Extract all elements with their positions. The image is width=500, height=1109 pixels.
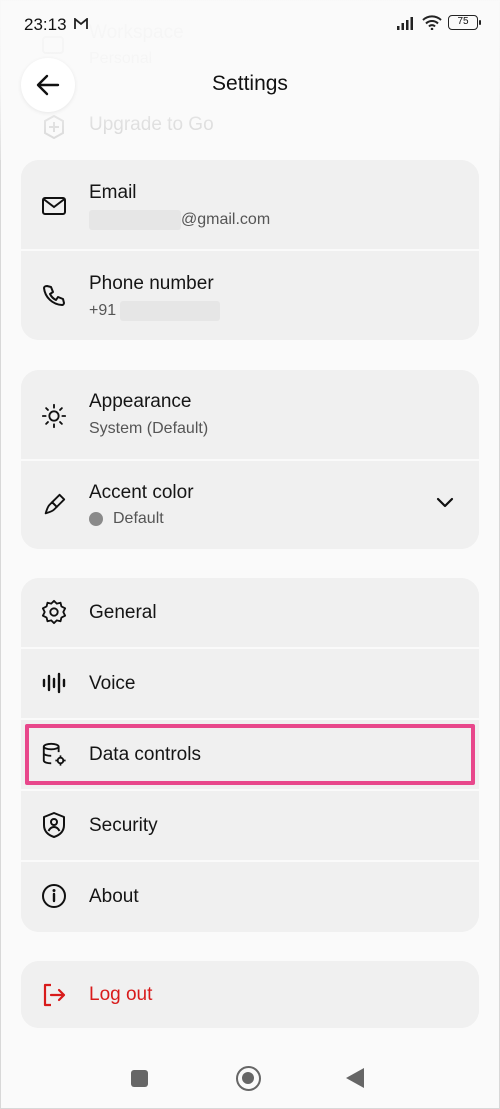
phone-label: Phone number xyxy=(89,273,214,294)
phone-icon xyxy=(41,283,67,309)
logout-icon xyxy=(41,982,67,1008)
redacted-block xyxy=(120,301,221,321)
display-card: Appearance System (Default) Accent color… xyxy=(21,370,479,549)
gear-icon xyxy=(41,599,67,625)
home-button[interactable] xyxy=(236,1066,261,1091)
appearance-value: System (Default) xyxy=(89,420,209,437)
phone-value: +91 xyxy=(89,301,221,321)
gmail-notification-icon xyxy=(74,17,88,35)
shield-user-icon xyxy=(41,812,67,838)
mail-icon xyxy=(41,193,67,219)
security-row[interactable]: Security xyxy=(21,791,479,860)
accent-color-value: Default xyxy=(89,510,164,528)
email-value: @gmail.com xyxy=(89,210,270,230)
account-card: Email @gmail.com Phone number +91 xyxy=(21,160,479,340)
upgrade-icon xyxy=(41,114,67,145)
signal-icon xyxy=(397,16,413,30)
waveform-icon xyxy=(41,670,67,696)
voice-row[interactable]: Voice xyxy=(21,649,479,718)
status-time: 23:13 xyxy=(24,15,67,34)
appearance-row[interactable]: Appearance System (Default) xyxy=(21,370,479,459)
accent-color-row[interactable]: Accent color Default xyxy=(21,461,479,549)
status-icons: 75 xyxy=(396,15,481,30)
logout-row[interactable]: Log out xyxy=(21,961,479,1028)
general-row[interactable]: General xyxy=(21,578,479,647)
logout-label: Log out xyxy=(89,984,153,1005)
email-row[interactable]: Email @gmail.com xyxy=(21,160,479,249)
general-label: General xyxy=(89,602,157,623)
recents-button[interactable] xyxy=(131,1070,148,1087)
workspace-value: Personal xyxy=(89,50,153,67)
email-label: Email xyxy=(89,182,137,203)
battery-icon: 75 xyxy=(448,15,481,30)
accent-dot xyxy=(89,512,103,526)
about-label: About xyxy=(89,886,139,907)
phone-row[interactable]: Phone number +91 xyxy=(21,251,479,340)
info-icon xyxy=(41,883,67,909)
paintbrush-icon xyxy=(41,492,67,518)
wifi-icon xyxy=(422,15,442,30)
voice-label: Voice xyxy=(89,673,136,694)
about-row[interactable]: About xyxy=(21,862,479,932)
page-title: Settings xyxy=(212,72,288,95)
security-label: Security xyxy=(89,815,158,836)
system-nav-bar xyxy=(0,1040,500,1109)
redacted-block xyxy=(89,210,181,230)
data-controls-highlight xyxy=(25,724,475,785)
upgrade-label: Upgrade to Go xyxy=(89,114,214,135)
status-bar: 23:13 75 xyxy=(0,0,500,50)
accent-color-label: Accent color xyxy=(89,482,194,503)
sun-icon xyxy=(41,403,67,429)
system-back-button[interactable] xyxy=(346,1068,364,1088)
appearance-label: Appearance xyxy=(89,391,192,412)
logout-card: Log out xyxy=(21,961,479,1028)
chevron-down-icon[interactable] xyxy=(435,496,455,515)
